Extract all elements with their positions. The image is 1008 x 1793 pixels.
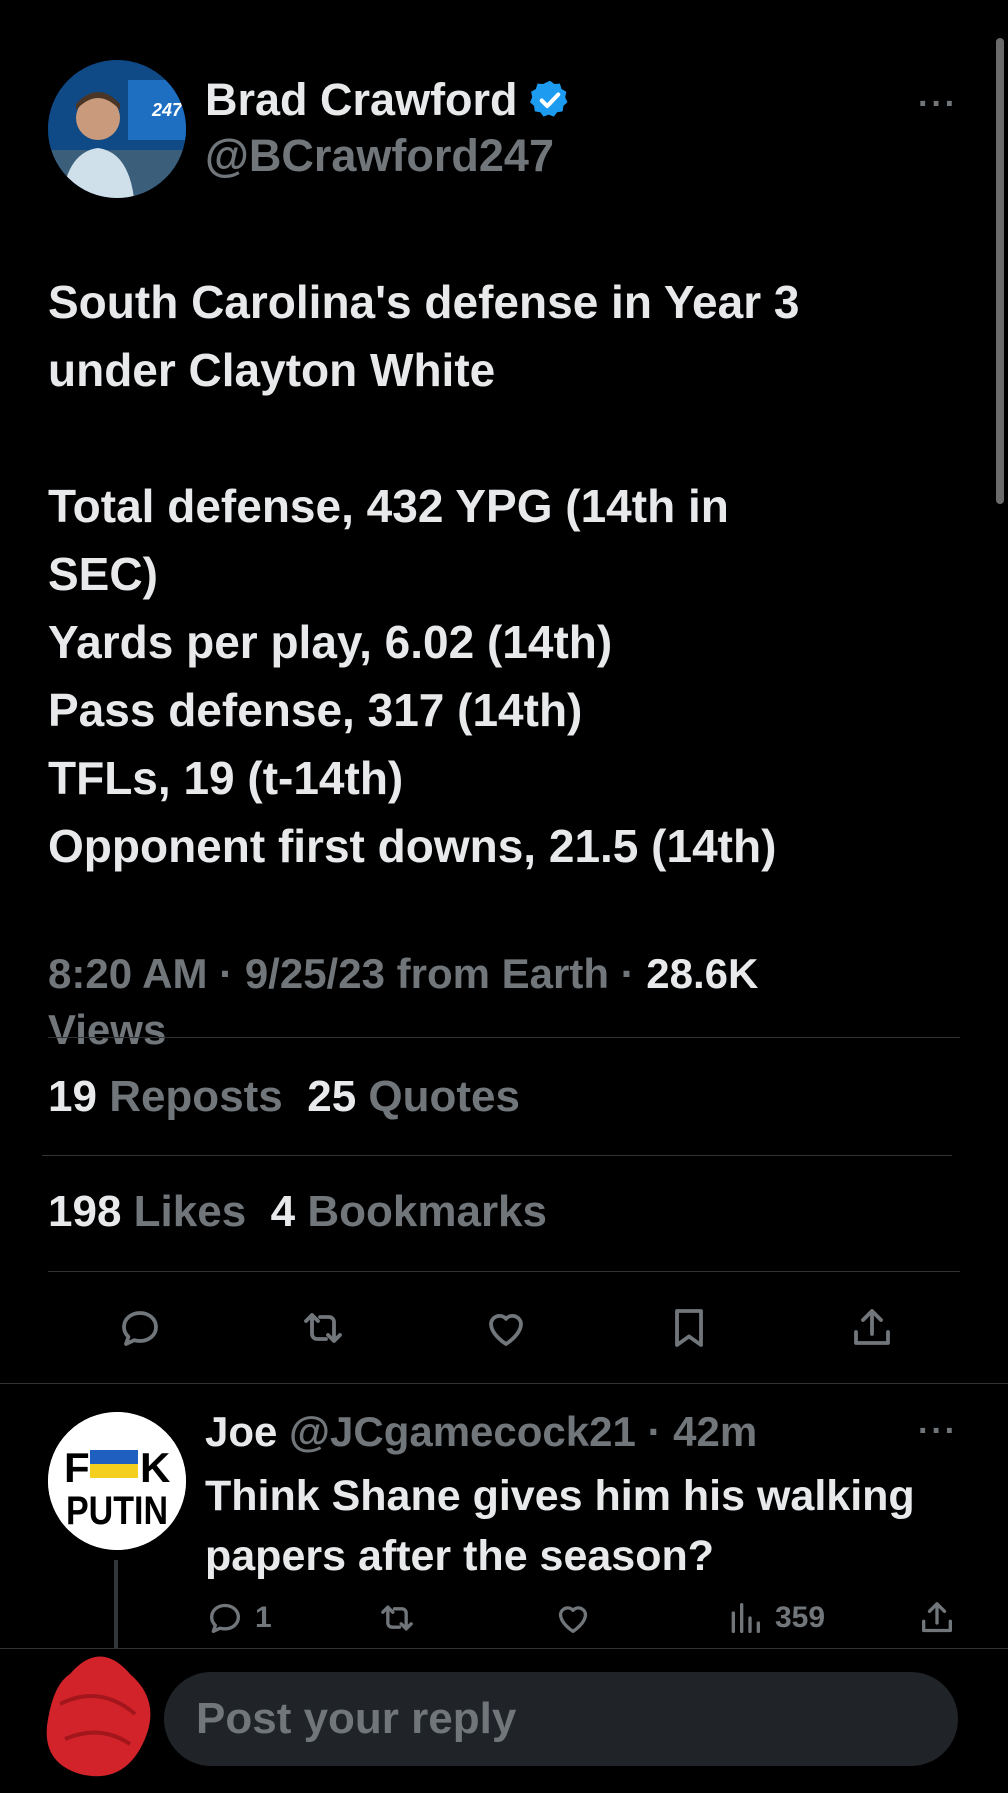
author-avatar-image: 247 <box>48 60 186 198</box>
like-icon <box>558 1606 588 1633</box>
likes-label: Likes <box>133 1187 247 1236</box>
likes-link[interactable]: 198 Likes <box>48 1187 246 1236</box>
scrollbar[interactable] <box>996 38 1004 504</box>
tweet-line: TFLs, 19 (t-14th) <box>48 752 404 804</box>
reply-handle-time[interactable]: @JCgamecock21 · 42m <box>289 1408 757 1455</box>
more-icon[interactable]: ··· <box>918 85 958 124</box>
verified-badge-icon <box>529 80 567 117</box>
reply-avatar-image: F K PUTIN <box>48 1412 186 1550</box>
divider <box>0 1383 1008 1384</box>
author-avatar[interactable]: 247 <box>48 60 186 198</box>
bookmarks-count: 4 <box>270 1187 296 1236</box>
reply-avatar[interactable]: F K PUTIN <box>48 1412 186 1550</box>
svg-text:PUTIN: PUTIN <box>66 1489 168 1533</box>
bookmarks-link[interactable]: 4 Bookmarks <box>271 1187 547 1236</box>
redaction-scribble <box>46 1656 151 1777</box>
author-name[interactable]: Brad Crawford <box>205 74 572 126</box>
tweet-meta: 8:20 AM · 9/25/23 from Earth · 28.6K Vie… <box>48 946 928 1058</box>
like-icon <box>489 1314 523 1346</box>
more-icon[interactable]: ··· <box>918 1412 958 1451</box>
repost-quote-stats: 19 Reposts 25 Quotes <box>48 1072 520 1122</box>
tweet-line: South Carolina's defense in Year 3 <box>48 276 800 328</box>
thread-line <box>114 1560 118 1650</box>
share-icon <box>922 1602 952 1633</box>
share-button[interactable] <box>844 1300 900 1356</box>
views-count: 28.6K <box>646 950 759 997</box>
repost-button[interactable] <box>295 1300 351 1356</box>
tweet-line: under Clayton White <box>48 344 496 396</box>
tweet-timestamp[interactable]: 8:20 AM · 9/25/23 from Earth · <box>48 950 646 997</box>
author-name-text[interactable]: Brad Crawford <box>205 74 518 126</box>
like-button[interactable] <box>478 1300 534 1356</box>
reply-like-button[interactable] <box>553 1598 593 1638</box>
bookmark-button[interactable] <box>661 1300 717 1356</box>
reply-count: 1 <box>255 1601 272 1634</box>
likes-count: 198 <box>48 1187 122 1236</box>
tweet-line: Opponent first downs, 21.5 (14th) <box>48 820 777 872</box>
svg-text:247: 247 <box>151 100 183 120</box>
like-bookmark-stats: 198 Likes 4 Bookmarks <box>48 1187 547 1237</box>
divider <box>48 1271 960 1272</box>
reply-share-button[interactable] <box>917 1598 957 1638</box>
share-icon <box>854 1309 891 1345</box>
tweet-line: Pass defense, 317 (14th) <box>48 684 583 736</box>
tweet-line: Total defense, 432 YPG (14th in <box>48 480 729 532</box>
quotes-label: Quotes <box>368 1072 520 1121</box>
reply-input-container[interactable] <box>164 1672 958 1766</box>
repost-icon <box>303 1313 342 1343</box>
svg-text:F: F <box>64 1444 90 1491</box>
reply-repost-button[interactable] <box>377 1598 417 1638</box>
reposts-label: Reposts <box>109 1072 283 1121</box>
quotes-count: 25 <box>307 1072 357 1121</box>
bookmarks-label: Bookmarks <box>307 1187 548 1236</box>
repost-icon <box>381 1605 413 1631</box>
tweet-line: SEC) <box>48 548 158 600</box>
reply-icon <box>210 1603 240 1633</box>
svg-text:K: K <box>140 1444 170 1491</box>
reposts-count: 19 <box>48 1072 97 1121</box>
tweet-text: South Carolina's defense in Year 3 under… <box>48 268 968 880</box>
divider <box>42 1155 952 1156</box>
reply-icon <box>121 1311 158 1346</box>
reply-views-count: 359 <box>775 1601 826 1634</box>
author-handle[interactable]: @BCrawford247 <box>205 130 554 182</box>
tweet-actions <box>48 1300 964 1356</box>
quotes-link[interactable]: 25 Quotes <box>307 1072 520 1121</box>
reposts-link[interactable]: 19 Reposts <box>48 1072 283 1121</box>
bookmark-icon <box>675 1309 704 1347</box>
reply-analytics-button[interactable]: 359 <box>725 1598 825 1638</box>
reply-actions: 1 359 <box>205 1598 975 1650</box>
reply-text: Think Shane gives him his walking papers… <box>205 1472 915 1580</box>
divider <box>48 1037 960 1038</box>
reply-button[interactable] <box>112 1300 168 1356</box>
reply-reply-button[interactable]: 1 <box>205 1598 272 1638</box>
reply-author-name[interactable]: Joe <box>205 1408 277 1455</box>
reply-input[interactable] <box>194 1693 958 1745</box>
analytics-icon <box>731 1603 760 1633</box>
tweet-line: Yards per play, 6.02 (14th) <box>48 616 613 668</box>
reply-header: Joe @JCgamecock21 · 42m <box>205 1408 757 1456</box>
views-label: Views <box>48 1006 167 1053</box>
